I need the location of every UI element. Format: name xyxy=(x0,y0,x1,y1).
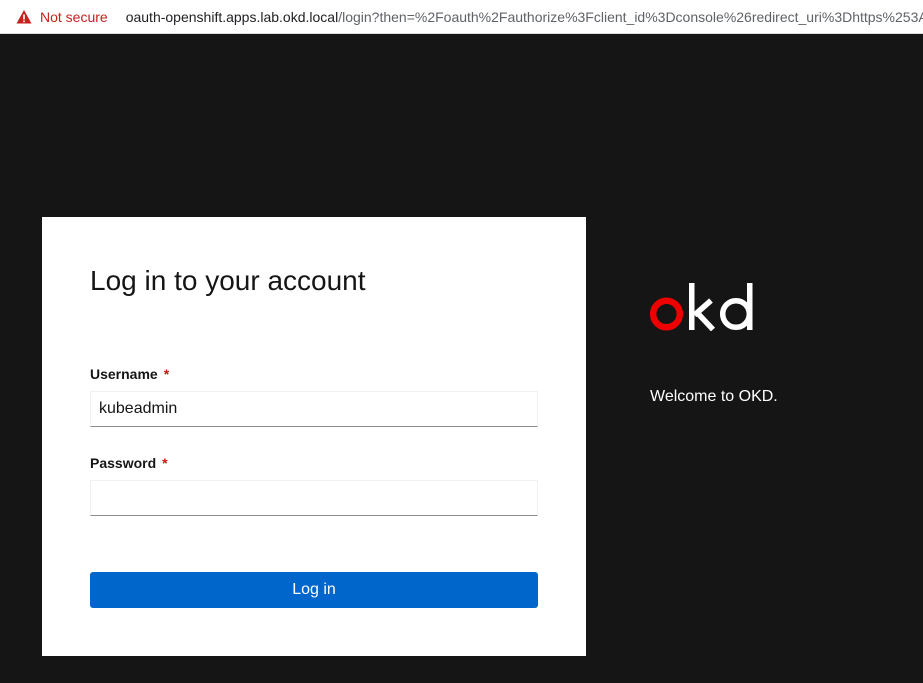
login-card: Log in to your account Username * Passwor… xyxy=(42,217,586,656)
username-label: Username * xyxy=(90,366,169,382)
browser-address-bar[interactable]: Not secure oauth-openshift.apps.lab.okd.… xyxy=(0,0,923,34)
password-label-text: Password xyxy=(90,455,157,471)
login-button[interactable]: Log in xyxy=(90,572,538,608)
welcome-text: Welcome to OKD. xyxy=(650,388,778,405)
required-marker: * xyxy=(163,366,170,382)
url-path[interactable]: /login?then=%2Foauth%2Fauthorize%3Fclien… xyxy=(338,9,923,25)
password-label: Password * xyxy=(90,455,168,471)
security-status-label[interactable]: Not secure xyxy=(40,9,108,25)
warning-triangle-icon xyxy=(16,9,32,25)
password-input[interactable] xyxy=(90,480,538,516)
username-input[interactable] xyxy=(90,391,538,427)
url-host[interactable]: oauth-openshift.apps.lab.okd.local xyxy=(126,9,338,25)
required-marker: * xyxy=(162,455,168,471)
okd-logo xyxy=(649,281,756,332)
username-label-text: Username xyxy=(90,366,158,382)
page-title: Log in to your account xyxy=(90,265,366,296)
